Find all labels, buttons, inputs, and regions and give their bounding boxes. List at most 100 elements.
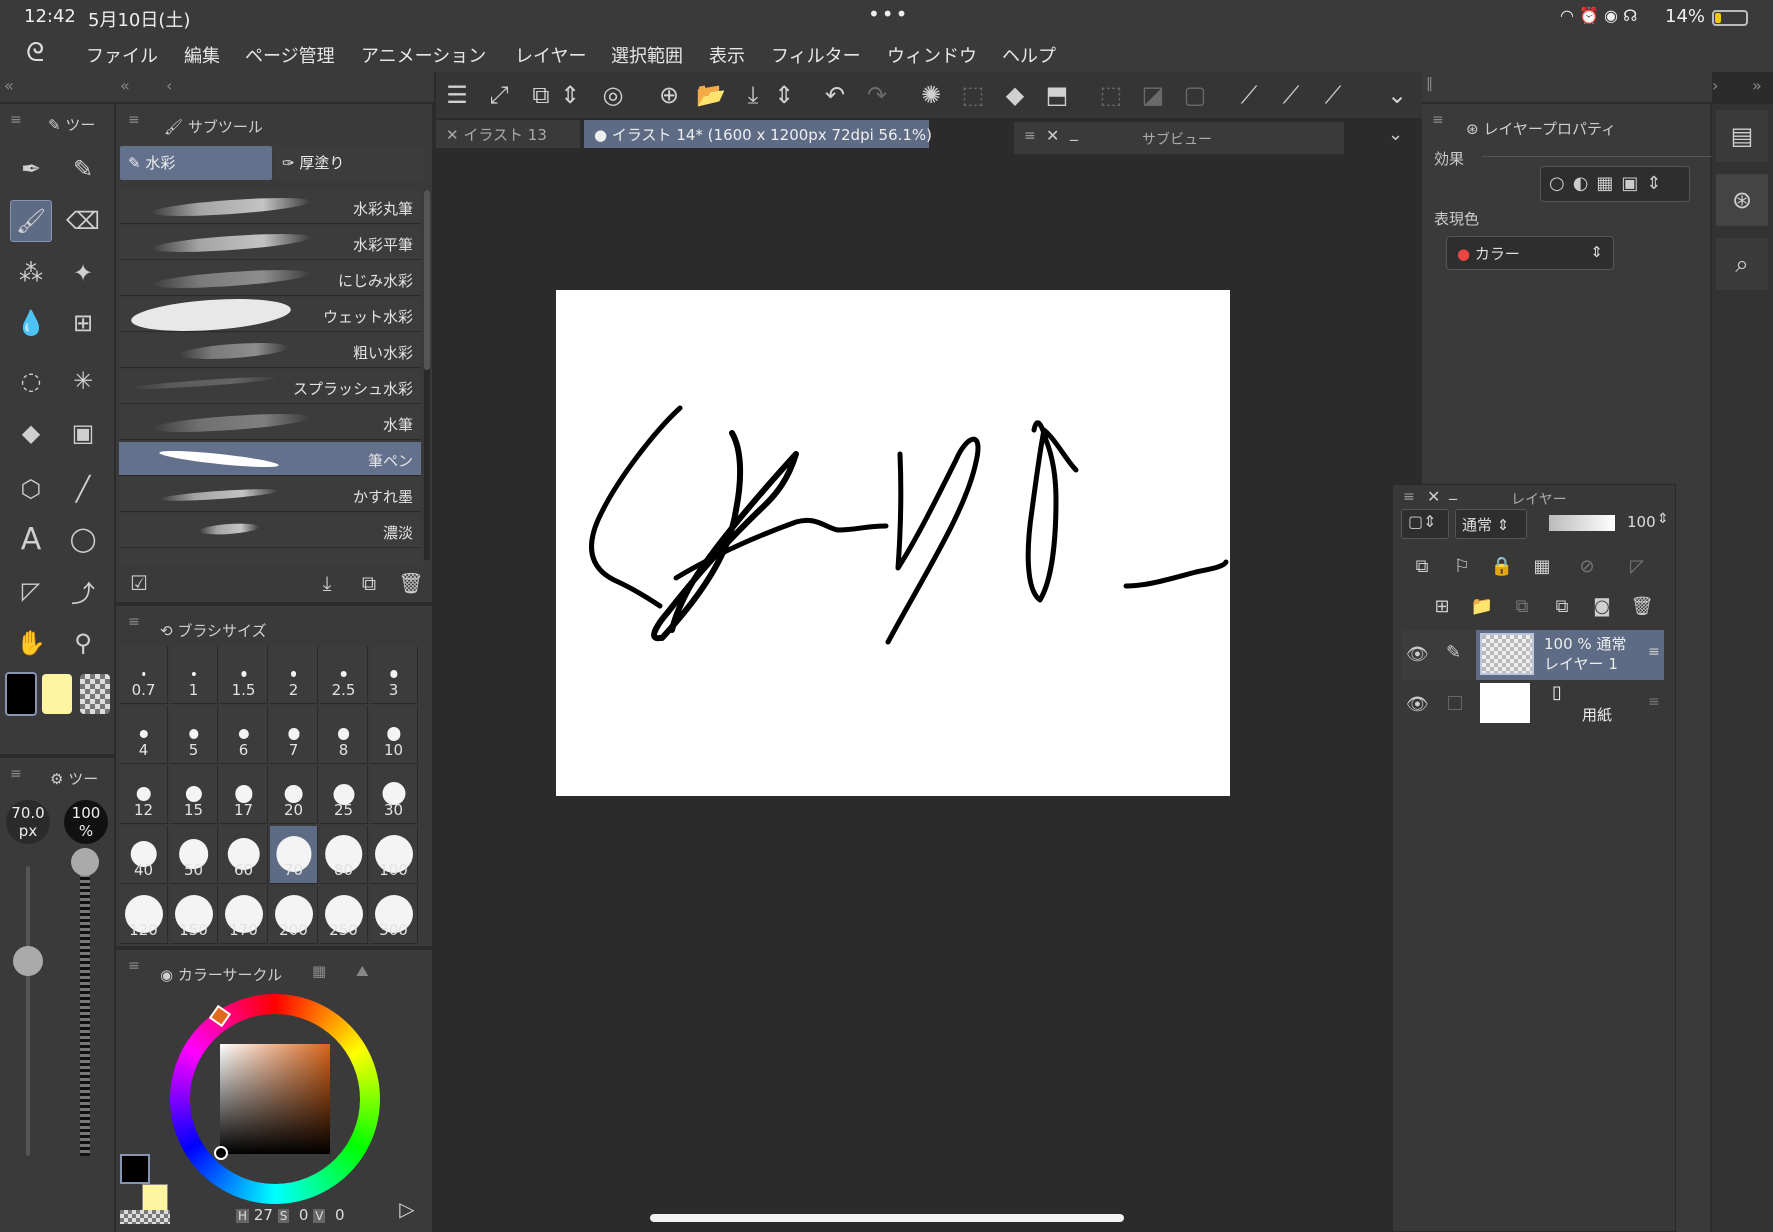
drag-handle-icon[interactable]: ≡ xyxy=(1648,644,1660,660)
canvas-transform-icon[interactable]: ⬒ xyxy=(1040,78,1074,112)
visibility-eye-icon[interactable]: 👁 xyxy=(1406,644,1429,665)
collapse-left-icon-2[interactable]: « xyxy=(120,76,130,95)
brush-item[interactable]: 水彩平筆 xyxy=(119,226,421,260)
brush-size-cell[interactable]: 300 xyxy=(370,886,418,944)
brush-size-cell[interactable]: 170 xyxy=(220,886,268,944)
size-slider-handle[interactable] xyxy=(13,946,43,976)
save-icon[interactable]: ⤓ xyxy=(736,78,770,112)
subtool-tab-thick-paint[interactable]: ✑ 厚塗り xyxy=(274,146,424,180)
color-slider-tab-icon[interactable]: ⛰ xyxy=(356,962,369,980)
menu-layer[interactable]: レイヤー xyxy=(515,42,586,68)
line-tool-icon[interactable]: ╱ xyxy=(64,470,102,508)
undo-icon[interactable]: ↶ xyxy=(818,78,852,112)
lock-icon[interactable]: 🔒 xyxy=(1487,551,1517,581)
mesh-tool-icon[interactable]: ⊞ xyxy=(64,304,102,342)
brush-size-cell[interactable]: 30 xyxy=(370,766,418,824)
transparent-chip[interactable] xyxy=(120,1210,170,1224)
collapse-right-icon[interactable]: » xyxy=(1752,76,1762,95)
sub-color-chip[interactable] xyxy=(142,1184,168,1212)
airbrush-tool-icon[interactable]: ⁂ xyxy=(12,254,50,292)
ruler-tool-icon[interactable]: ⤴ xyxy=(64,572,102,610)
minimize-icon[interactable]: _ xyxy=(1070,122,1078,141)
menu-selection[interactable]: 選択範囲 xyxy=(611,42,683,68)
brush-size-cell[interactable]: 50 xyxy=(170,826,218,884)
brush-item[interactable]: 水彩丸筆 xyxy=(119,190,421,224)
magic-wand-tool-icon[interactable]: ✳ xyxy=(64,362,102,400)
edit-target-pen-icon[interactable]: ✎ xyxy=(1446,642,1461,663)
open-file-icon[interactable]: 📂 xyxy=(694,78,728,112)
brush-size-cell[interactable]: 15 xyxy=(170,766,218,824)
panel-menu-icon[interactable]: ≡ xyxy=(10,112,22,128)
brush-size-cell[interactable]: 8 xyxy=(320,706,368,764)
delete-icon[interactable]: 🗑 xyxy=(396,568,426,598)
menu-page[interactable]: ページ管理 xyxy=(245,42,335,68)
app-logo-icon[interactable]: ᘓ xyxy=(26,38,44,69)
expression-color-select[interactable]: ● カラー ⇕ xyxy=(1446,236,1614,270)
brush-item[interactable]: 粗い水彩 xyxy=(119,334,421,368)
loading-icon[interactable]: ✺ xyxy=(914,78,948,112)
brush-size-cell[interactable]: 40 xyxy=(120,826,168,884)
brush-item[interactable]: 水筆 xyxy=(119,406,421,440)
new-canvas-icon[interactable]: ⊕ xyxy=(652,78,686,112)
layer-property-icon[interactable]: ⊛ xyxy=(1716,174,1768,226)
opacity-slider[interactable] xyxy=(1549,515,1615,531)
subtool-settings-icon[interactable]: ☑ xyxy=(124,568,154,598)
clear-selection-icon[interactable]: ⬚ xyxy=(956,78,990,112)
opacity-slider-track[interactable] xyxy=(80,866,90,1156)
transparent-color-swatch[interactable] xyxy=(80,674,110,714)
brush-tool-icon[interactable]: 🖌 xyxy=(10,200,52,242)
drag-handle-icon[interactable]: ≡ xyxy=(1648,694,1660,710)
chevron-updown-icon[interactable]: ⇕ xyxy=(560,78,580,112)
brush-size-cell[interactable]: 250 xyxy=(320,886,368,944)
brush-size-cell[interactable]: 4 xyxy=(120,706,168,764)
menu-icon[interactable]: ☰ xyxy=(440,78,474,112)
menu-view[interactable]: 表示 xyxy=(709,42,745,68)
panel-menu-icon[interactable]: ≡ xyxy=(10,766,22,782)
merge-down-icon[interactable]: ⧉ xyxy=(1507,591,1537,621)
brush-size-cell[interactable]: 17 xyxy=(220,766,268,824)
panel-menu-icon[interactable]: ≡ xyxy=(1403,489,1415,505)
subtool-tab-watercolor[interactable]: ✎ 水彩 xyxy=(120,146,272,180)
main-color-chip[interactable] xyxy=(120,1154,150,1184)
edit-target-checkbox[interactable] xyxy=(1448,696,1462,710)
brush-item[interactable]: かすれ墨 xyxy=(119,478,421,512)
sub-color-swatch[interactable] xyxy=(42,674,72,714)
brush-size-cell[interactable]: 150 xyxy=(170,886,218,944)
brush-item-selected[interactable]: 筆ペン xyxy=(119,442,421,476)
search-layer-icon[interactable]: ⌕ xyxy=(1716,238,1768,290)
collapse-left-icon[interactable]: « xyxy=(4,76,14,95)
brush-size-cell[interactable]: 80 xyxy=(320,826,368,884)
navigator-icon[interactable]: ▤ xyxy=(1716,110,1768,162)
main-color-swatch[interactable] xyxy=(5,672,37,716)
brush-size-cell[interactable]: 2 xyxy=(270,646,318,704)
brush-size-cell[interactable]: 25 xyxy=(320,766,368,824)
brush-size-cell[interactable]: 100 xyxy=(370,826,418,884)
brush-item[interactable]: スプラッシュ水彩 xyxy=(119,370,421,404)
balloon-tool-icon[interactable]: ◯ xyxy=(64,520,102,558)
brush-size-cell[interactable]: 3 xyxy=(370,646,418,704)
fill-icon[interactable]: ◆ xyxy=(998,78,1032,112)
blend-mode-select[interactable]: 通常 ⇕ xyxy=(1455,509,1527,539)
brush-size-cell[interactable]: 7 xyxy=(270,706,318,764)
quick-access-icon[interactable]: ◎ xyxy=(596,78,630,112)
new-folder-icon[interactable]: 📁 xyxy=(1467,591,1497,621)
duplicate-icon[interactable]: ⧉ xyxy=(354,568,384,598)
text-tool-icon[interactable]: A xyxy=(12,520,50,558)
tab-menu-chevron-icon[interactable]: ⌄ xyxy=(1388,124,1403,145)
brush-size-cell[interactable]: 200 xyxy=(270,886,318,944)
brush-size-cell[interactable]: 2.5 xyxy=(320,646,368,704)
import-icon[interactable]: ⤓ xyxy=(312,568,342,598)
canvas[interactable] xyxy=(556,290,1230,796)
reference-icon[interactable]: ⚐ xyxy=(1447,551,1477,581)
blend-tool-icon[interactable]: 💧 xyxy=(12,304,50,342)
saturation-value-square[interactable] xyxy=(220,1044,330,1154)
chevron-down-icon[interactable]: ⌄ xyxy=(1380,78,1414,112)
frame-tool-icon[interactable]: ◸ xyxy=(12,572,50,610)
lasso-tool-icon[interactable]: ◌ xyxy=(12,362,50,400)
new-raster-layer-icon[interactable]: ⊞ xyxy=(1427,591,1457,621)
transform-icon[interactable]: ⧉ xyxy=(524,78,558,112)
close-icon[interactable]: ✕ xyxy=(1046,126,1059,145)
layer-row-layer1[interactable]: 100 % 通常 レイヤー 1 ≡ xyxy=(1476,630,1664,680)
menu-file[interactable]: ファイル xyxy=(86,42,158,68)
color-picker-marker[interactable] xyxy=(214,1146,228,1160)
